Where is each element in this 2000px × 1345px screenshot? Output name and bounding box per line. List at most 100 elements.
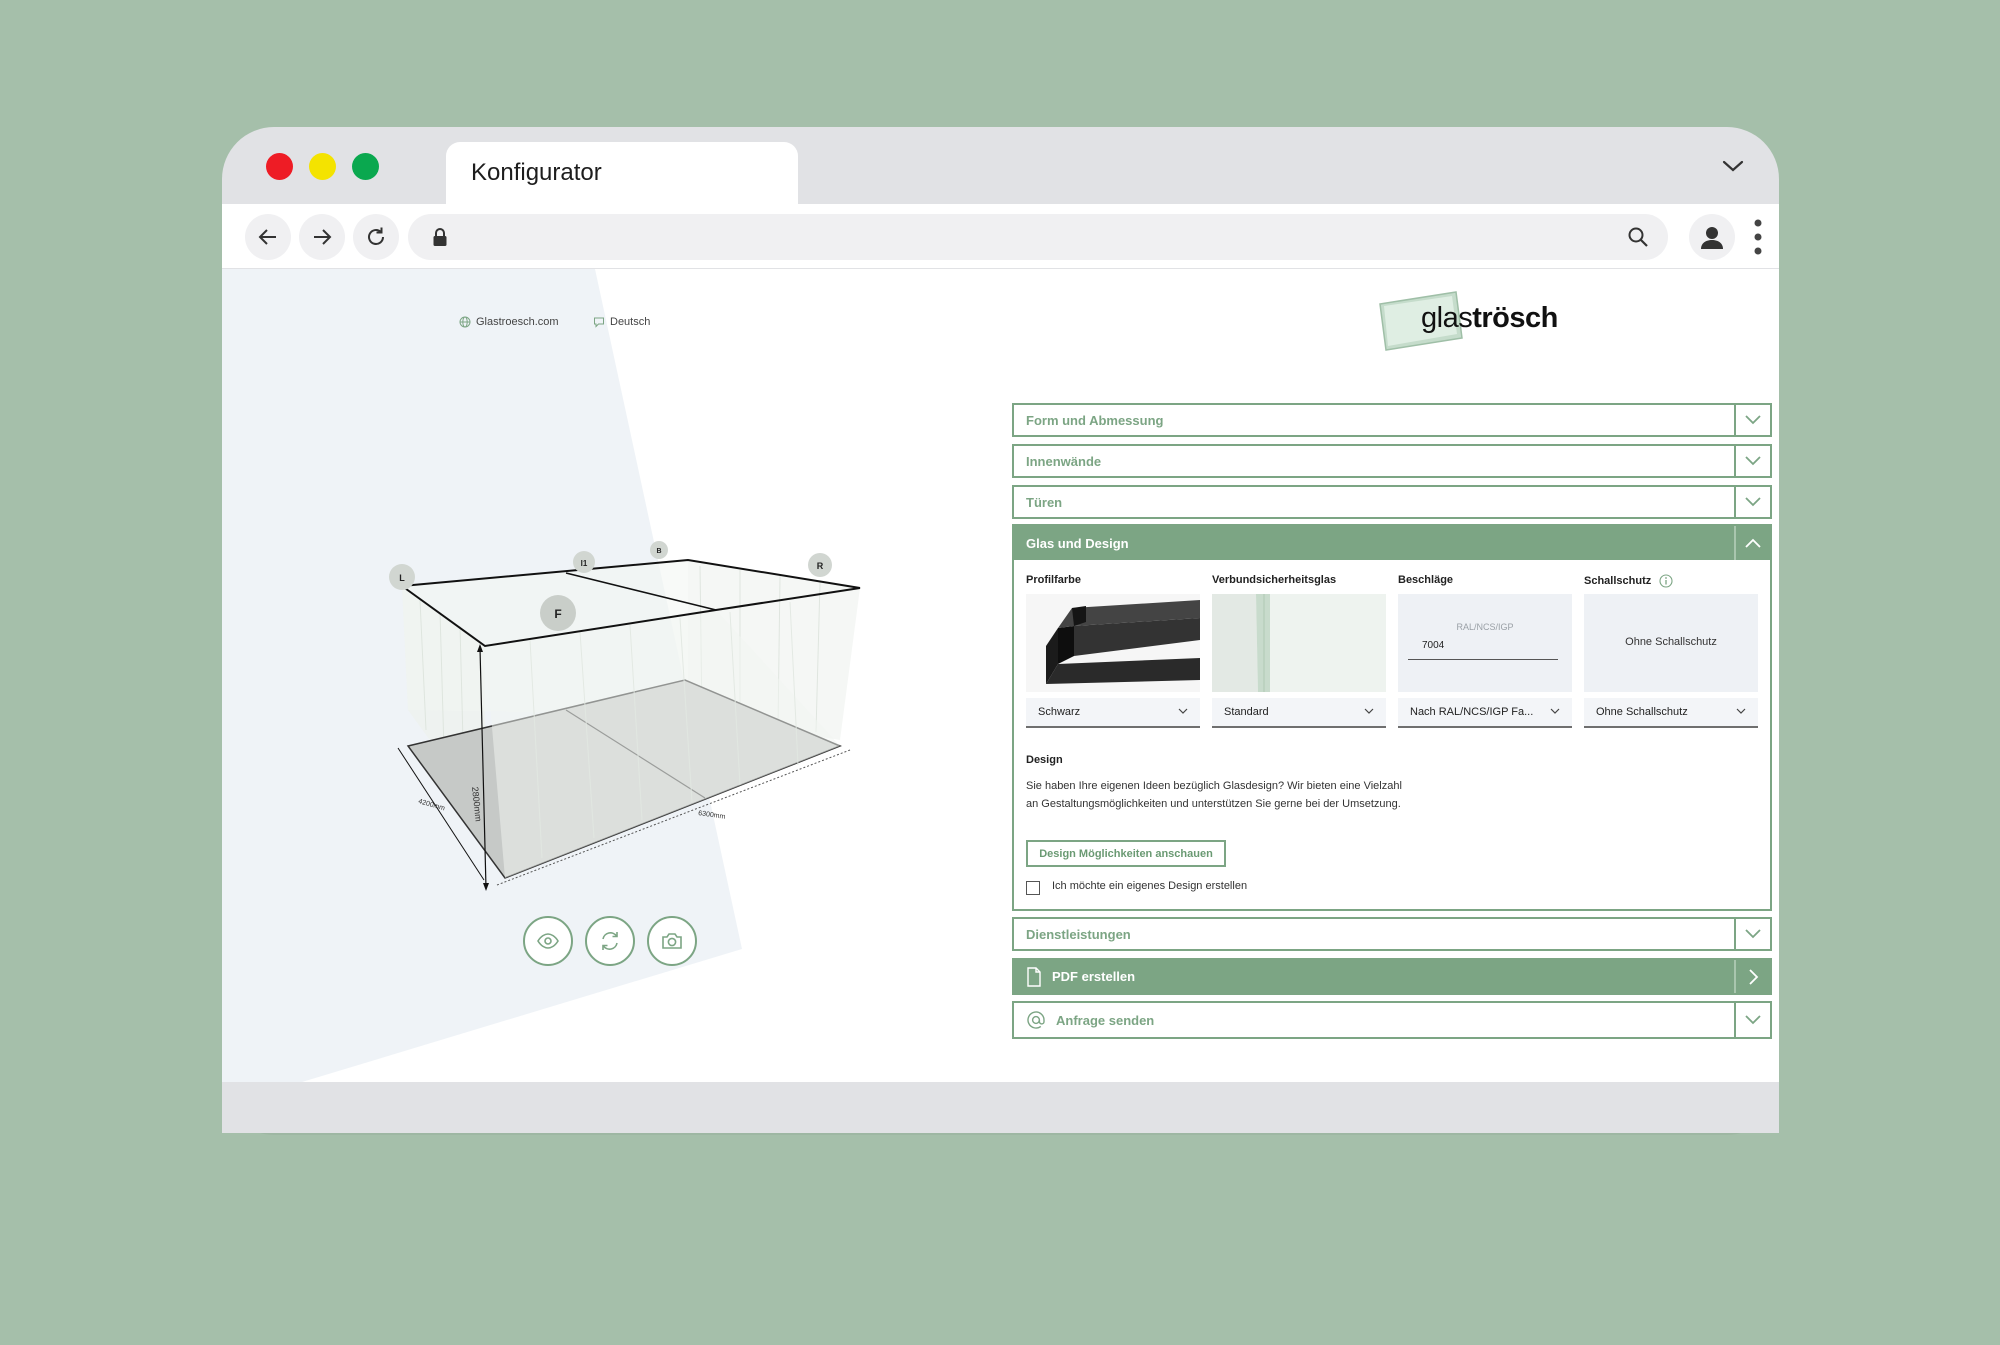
lock-icon xyxy=(433,228,447,246)
ral-color-input[interactable]: 7004 xyxy=(1408,636,1558,660)
section-form-und-abmessung[interactable]: Form und Abmessung xyxy=(1012,403,1772,437)
info-icon[interactable] xyxy=(1659,574,1673,588)
profilfarbe-image[interactable] xyxy=(1026,594,1200,692)
room-3d-model[interactable]: 2800mm 4200mm 6300mm L I1 B R F xyxy=(380,540,880,910)
svg-text:F: F xyxy=(554,607,561,621)
search-icon[interactable] xyxy=(1626,225,1650,249)
eye-icon xyxy=(537,933,559,949)
beschlaege-color-tile: RAL/NCS/IGP 7004 xyxy=(1398,594,1572,692)
own-design-checkbox[interactable] xyxy=(1026,881,1040,895)
arrow-left-icon xyxy=(258,229,276,245)
option-label-schallschutz: Schallschutz xyxy=(1584,574,1673,588)
design-title: Design xyxy=(1026,754,1063,766)
chevron-right-icon[interactable] xyxy=(1734,960,1770,993)
reload-button[interactable] xyxy=(353,214,399,260)
tab-list-chevron-icon[interactable] xyxy=(1721,157,1745,175)
screenshot-button[interactable] xyxy=(647,916,697,966)
section-glas-und-design-label: Glas und Design xyxy=(1026,535,1129,551)
chevron-down-icon[interactable] xyxy=(1734,487,1770,517)
address-bar[interactable] xyxy=(408,214,1668,260)
chevron-up-icon[interactable] xyxy=(1734,526,1770,560)
at-sign-icon xyxy=(1026,1010,1046,1030)
schallschutz-select[interactable]: Ohne Schallschutz xyxy=(1584,698,1758,728)
chevron-down-icon xyxy=(1178,708,1188,714)
beschlaege-select[interactable]: Nach RAL/NCS/IGP Fa... xyxy=(1398,698,1572,728)
section-form-und-abmessung-label: Form und Abmessung xyxy=(1026,412,1164,428)
page-footer-bar xyxy=(222,1082,1779,1133)
beschlaege-select-value: Nach RAL/NCS/IGP Fa... xyxy=(1410,706,1534,718)
verbundsicherheitsglas-select[interactable]: Standard xyxy=(1212,698,1386,728)
svg-text:R: R xyxy=(817,561,824,571)
option-label-beschlaege: Beschläge xyxy=(1398,574,1454,586)
close-window-button[interactable] xyxy=(266,153,293,180)
chevron-down-icon xyxy=(1550,708,1560,714)
chevron-down-icon[interactable] xyxy=(1734,1003,1770,1037)
wall-marker-b[interactable]: B xyxy=(650,541,668,559)
tab-title: Konfigurator xyxy=(471,159,602,186)
visibility-toggle-button[interactable] xyxy=(523,916,573,966)
reload-icon xyxy=(368,227,384,245)
profile-button[interactable] xyxy=(1689,214,1735,260)
logo-wordmark: glaströsch xyxy=(1421,302,1558,335)
forward-button[interactable] xyxy=(299,214,345,260)
kebab-menu-icon[interactable] xyxy=(1753,218,1763,256)
website-link-label: Glastroesch.com xyxy=(476,316,559,328)
back-button[interactable] xyxy=(245,214,291,260)
section-dienstleistungen[interactable]: Dienstleistungen xyxy=(1012,917,1772,951)
globe-icon xyxy=(459,316,471,328)
create-pdf-label: PDF erstellen xyxy=(1052,969,1136,984)
verbundsicherheitsglas-image[interactable] xyxy=(1212,594,1386,692)
schallschutz-tile-text: Ohne Schallschutz xyxy=(1625,636,1717,648)
create-pdf-button[interactable]: PDF erstellen xyxy=(1012,958,1772,995)
website-link[interactable]: Glastroesch.com xyxy=(459,316,559,328)
own-design-checkbox-label: Ich möchte ein eigenes Design erstellen xyxy=(1052,880,1248,892)
section-glas-und-design-header[interactable]: Glas und Design xyxy=(1014,526,1770,560)
user-avatar-icon xyxy=(1701,227,1723,249)
schallschutz-select-value: Ohne Schallschutz xyxy=(1596,706,1688,718)
chevron-down-icon xyxy=(1736,708,1746,714)
design-description: Sie haben Ihre eigenen Ideen bezüglich G… xyxy=(1026,780,1402,810)
logo-suffix: trösch xyxy=(1472,302,1558,334)
chevron-down-icon[interactable] xyxy=(1734,446,1770,476)
reset-view-button[interactable] xyxy=(585,916,635,966)
chevron-down-icon xyxy=(1364,708,1374,714)
section-innenwaende-label: Innenwände xyxy=(1026,453,1102,469)
option-label-schallschutz-text: Schallschutz xyxy=(1584,575,1652,587)
send-request-label: Anfrage senden xyxy=(1056,1012,1155,1028)
send-request-section[interactable]: Anfrage senden xyxy=(1012,1001,1772,1039)
section-tueren[interactable]: Türen xyxy=(1012,485,1772,519)
language-label: Deutsch xyxy=(610,316,651,328)
document-icon xyxy=(1026,966,1042,987)
refresh-icon xyxy=(602,932,618,950)
wall-marker-i1[interactable]: I1 xyxy=(573,551,595,573)
chevron-down-icon[interactable] xyxy=(1734,405,1770,435)
section-tueren-label: Türen xyxy=(1026,494,1063,510)
maximize-window-button[interactable] xyxy=(352,153,379,180)
chevron-down-icon[interactable] xyxy=(1734,919,1770,949)
glastroesch-logo[interactable]: glaströsch xyxy=(1378,290,1558,356)
wall-marker-f[interactable]: F xyxy=(540,595,576,631)
width-dimension-label: 6300mm xyxy=(698,810,726,821)
minimize-window-button[interactable] xyxy=(309,153,336,180)
wall-marker-l[interactable]: L xyxy=(389,564,415,590)
arrow-right-icon xyxy=(314,229,332,245)
schallschutz-tile[interactable]: Ohne Schallschutz xyxy=(1584,594,1758,692)
section-innenwaende[interactable]: Innenwände xyxy=(1012,444,1772,478)
svg-text:L: L xyxy=(399,573,405,583)
option-label-profilfarbe: Profilfarbe xyxy=(1026,574,1082,586)
option-label-verbundsicherheitsglas: Verbundsicherheitsglas xyxy=(1212,574,1337,586)
black-u-profile-image xyxy=(1046,600,1200,684)
speech-bubble-icon xyxy=(594,317,604,328)
language-selector[interactable]: Deutsch xyxy=(593,316,650,328)
camera-icon xyxy=(662,933,682,949)
svg-text:I1: I1 xyxy=(581,559,588,568)
logo-prefix: glas xyxy=(1421,302,1473,334)
svg-text:B: B xyxy=(656,548,661,555)
profilfarbe-select-value: Schwarz xyxy=(1038,706,1081,718)
verbundsicherheitsglas-select-value: Standard xyxy=(1224,706,1269,718)
design-options-button[interactable]: Design Möglichkeiten anschauen xyxy=(1026,840,1226,867)
section-dienstleistungen-label: Dienstleistungen xyxy=(1026,926,1131,942)
glass-edge-image xyxy=(1212,594,1386,692)
profilfarbe-select[interactable]: Schwarz xyxy=(1026,698,1200,728)
wall-marker-r[interactable]: R xyxy=(808,553,832,577)
